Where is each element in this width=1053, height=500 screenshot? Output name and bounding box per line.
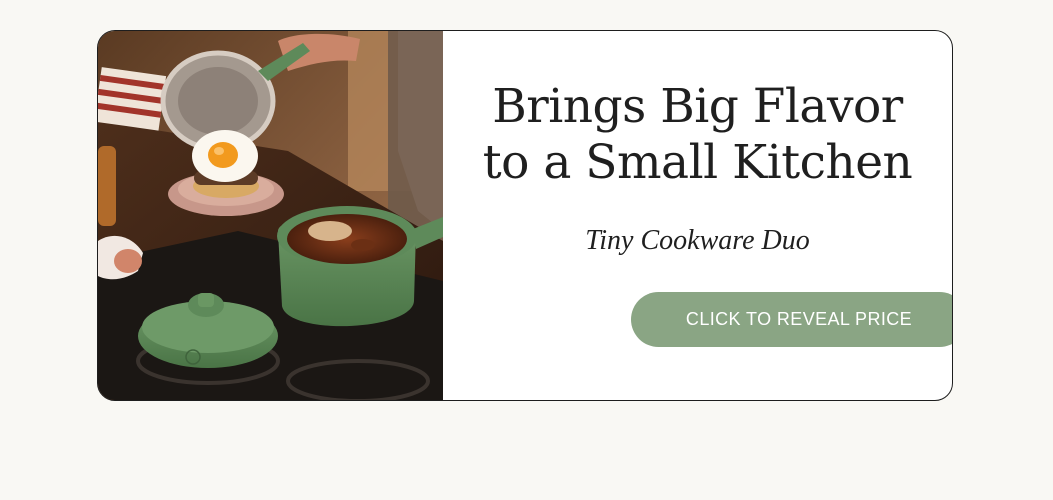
promo-card: Brings Big Flavor to a Small Kitchen Tin… (97, 30, 953, 401)
promo-headline: Brings Big Flavor to a Small Kitchen (443, 79, 952, 191)
product-name: Tiny Cookware Duo (585, 225, 810, 256)
product-image (98, 31, 443, 400)
headline-line-2: to a Small Kitchen (482, 135, 913, 190)
reveal-price-button[interactable]: CLICK TO REVEAL PRICE (631, 292, 952, 347)
promo-content: Brings Big Flavor to a Small Kitchen Tin… (443, 31, 952, 400)
headline-line-1: Brings Big Flavor (492, 79, 903, 134)
